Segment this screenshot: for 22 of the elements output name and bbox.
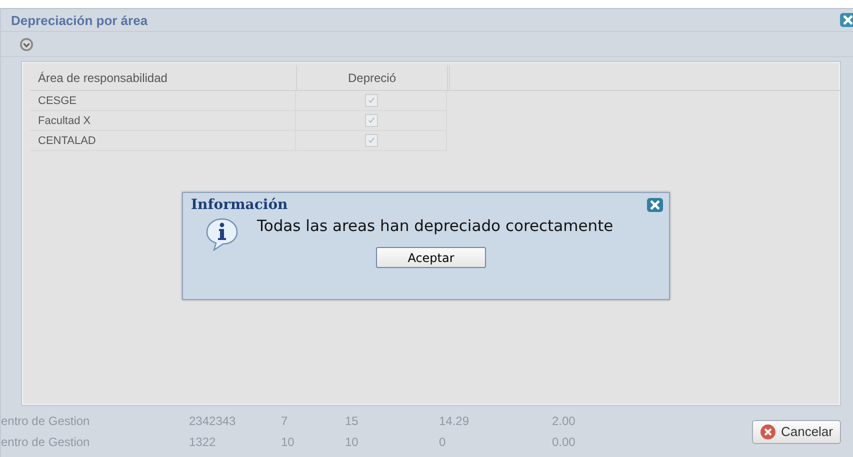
table-cell: CENTALAD (30, 131, 296, 150)
column-header: Área de responsabilidad (30, 65, 297, 90)
table-cell: CESGE (30, 91, 296, 110)
faded-text: entro de Gestion (1, 414, 91, 428)
window-title: Depreciación por área (11, 12, 148, 28)
faded-text: 2.00 (552, 414, 576, 428)
dialog-title: Información (191, 197, 288, 213)
faded-text: 0 (439, 435, 447, 449)
faded-text: 14.29 (439, 414, 470, 428)
faded-text: 7 (281, 414, 289, 428)
accept-button[interactable]: Aceptar (376, 247, 486, 268)
dialog-message: Todas las areas han depreciado corectamente (257, 217, 614, 235)
faded-text: entro de Gestion (1, 435, 91, 449)
faded-text: 10 (345, 435, 360, 449)
faded-text: 2342343 (189, 414, 237, 428)
cancel-button[interactable]: Cancelar (752, 420, 841, 444)
faded-text: 1322 (189, 435, 217, 449)
faded-text: 0.00 (552, 435, 576, 449)
faded-text: 15 (345, 414, 360, 428)
column-header: Depreció (297, 65, 448, 90)
faded-text: 10 (281, 435, 296, 449)
table-cell: Facultad X (30, 111, 296, 130)
